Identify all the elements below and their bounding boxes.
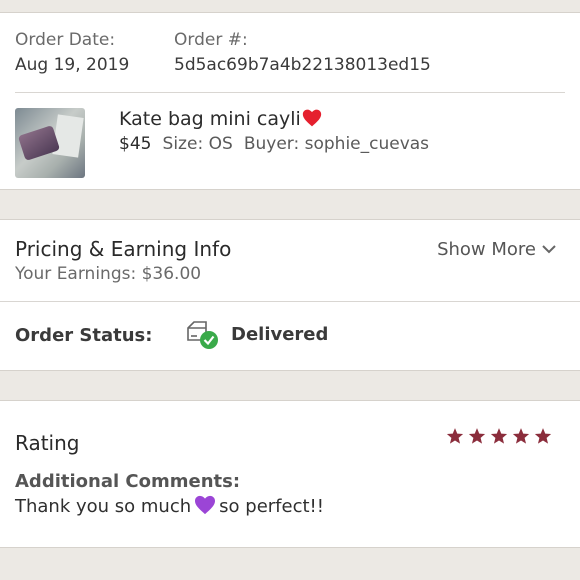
item-thumbnail[interactable] — [15, 108, 85, 178]
divider — [15, 92, 565, 93]
star-icon — [534, 428, 552, 444]
comment-part-1: Thank you so much — [15, 496, 192, 517]
pricing-status-card: Pricing & Earning Info Your Earnings: $3… — [0, 219, 580, 371]
star-icon — [512, 428, 530, 444]
order-date-value: Aug 19, 2019 — [15, 55, 130, 75]
delivered-box-icon — [187, 321, 218, 349]
item-title-row[interactable]: Kate bag mini cayli — [119, 108, 322, 130]
rating-title: Rating — [15, 431, 80, 455]
divider — [0, 301, 580, 302]
order-number-value: 5d5ac69b7a4b22138013ed15 — [174, 55, 431, 75]
order-number-label: Order #: — [174, 30, 248, 50]
show-more-label: Show More — [437, 239, 536, 260]
comments-text: Thank you so much so perfect!! — [15, 495, 324, 517]
item-buyer[interactable]: Buyer: sophie_cuevas — [244, 134, 429, 154]
order-details-page: Order Date: Aug 19, 2019 Order #: 5d5ac6… — [0, 0, 580, 580]
comments-label: Additional Comments: — [15, 471, 241, 492]
rating-stars — [446, 427, 552, 445]
show-more-button[interactable]: Show More — [437, 239, 556, 260]
comment-part-2: so perfect!! — [219, 496, 324, 517]
pricing-title: Pricing & Earning Info — [15, 237, 232, 261]
order-status-label: Order Status: — [15, 325, 153, 346]
rating-card: Rating Additional Comments: Thank you so… — [0, 400, 580, 548]
chevron-down-icon — [542, 245, 556, 254]
star-icon — [446, 428, 464, 444]
star-icon — [468, 428, 486, 444]
purple-heart-icon — [195, 495, 216, 515]
order-summary-card: Order Date: Aug 19, 2019 Order #: 5d5ac6… — [0, 12, 580, 190]
item-title[interactable]: Kate bag mini cayli — [119, 108, 301, 130]
item-size: Size: OS — [162, 134, 233, 154]
order-status-value: Delivered — [231, 324, 329, 345]
item-meta-row: $45 Size: OS Buyer: sophie_cuevas — [119, 134, 429, 154]
star-icon — [490, 428, 508, 444]
red-heart-icon — [302, 109, 321, 127]
order-date-label: Order Date: — [15, 30, 116, 50]
earnings-text: Your Earnings: $36.00 — [15, 264, 202, 284]
item-price: $45 — [119, 134, 152, 154]
